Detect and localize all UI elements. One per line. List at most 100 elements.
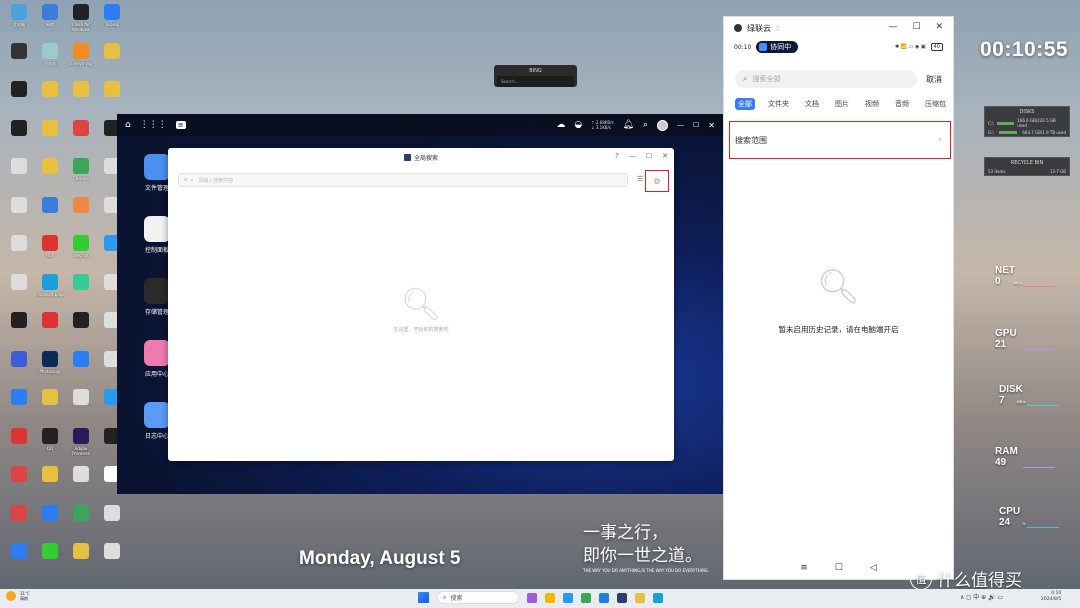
desktop-icon[interactable] — [35, 312, 65, 346]
desktop-icon[interactable] — [4, 312, 34, 346]
filter-tab[interactable]: 文档 — [802, 98, 822, 110]
taskbar-app-icon[interactable] — [563, 592, 573, 603]
filter-tab[interactable]: 压缩包 — [922, 98, 949, 110]
desktop-icon[interactable] — [4, 119, 34, 154]
close-icon[interactable]: ✕ — [662, 152, 668, 160]
desktop-icon[interactable] — [4, 389, 34, 423]
desktop-icon[interactable] — [4, 42, 34, 77]
desktop-icon[interactable] — [97, 504, 127, 539]
desktop-icon[interactable] — [4, 273, 34, 308]
desktop-icon[interactable] — [66, 273, 96, 308]
desktop-icon[interactable]: Microsoft Edge — [35, 273, 65, 308]
desktop-icon[interactable] — [4, 543, 34, 577]
home-icon[interactable]: ☐ — [835, 563, 843, 573]
desktop-icon[interactable] — [97, 543, 127, 577]
nas-app-icon[interactable]: 日志中心 — [143, 402, 171, 440]
taskbar-search[interactable]: ⌕ 搜索 — [437, 591, 519, 604]
bing-widget[interactable]: BING Search... — [494, 65, 577, 87]
desktop-icon[interactable] — [66, 119, 96, 154]
settings-gear-button[interactable]: ⚙ — [645, 170, 669, 192]
desktop-icon[interactable] — [4, 466, 34, 500]
desktop-icon[interactable] — [66, 389, 96, 423]
nas-app-icon[interactable]: 应用中心 — [143, 340, 171, 378]
avatar[interactable] — [657, 119, 669, 131]
desktop-icon[interactable] — [66, 312, 96, 346]
desktop-icon[interactable]: 网络 — [35, 4, 65, 38]
desktop-icon[interactable] — [66, 504, 96, 539]
home-icon[interactable]: ⌂ — [125, 120, 131, 130]
menu-icon[interactable]: ≡ — [800, 563, 808, 573]
minimize-icon[interactable]: — — [888, 22, 897, 32]
filter-tab[interactable]: 图片 — [832, 98, 852, 110]
search-icon[interactable]: ⌕ — [643, 120, 648, 130]
sync-pill[interactable]: 协同中 — [756, 41, 799, 53]
nas-app-icon[interactable]: 控制面板 — [143, 216, 171, 254]
filter-tab[interactable]: 文件夹 — [765, 98, 792, 110]
search-scope-row[interactable]: 搜索范围 › — [729, 121, 951, 159]
help-button[interactable]: ? — [615, 152, 619, 160]
desktop-icon[interactable]: Photoshop — [35, 350, 65, 385]
phone-search-input[interactable]: ⌕ 搜索全部 — [735, 70, 917, 88]
desktop-icon[interactable]: PDF — [35, 235, 65, 269]
nas-app-icon[interactable]: 文件管理 — [143, 154, 171, 192]
desktop-icon[interactable] — [66, 466, 96, 500]
taskbar-clock[interactable]: 0:10 2024/8/5 — [1041, 591, 1061, 603]
taskbar-app-icon[interactable] — [599, 592, 609, 603]
desktop-icon[interactable] — [66, 350, 96, 385]
cancel-button[interactable]: 取消 — [926, 74, 942, 85]
desktop-icon[interactable] — [66, 543, 96, 577]
desktop-icon[interactable] — [97, 42, 127, 77]
minimize-icon[interactable]: — — [629, 152, 636, 160]
desktop-icon[interactable] — [66, 81, 96, 115]
desktop-icon[interactable] — [35, 196, 65, 231]
search-app-icon[interactable]: ≡ — [175, 121, 186, 129]
maximize-icon[interactable]: ☐ — [646, 152, 652, 160]
desktop-icon[interactable] — [97, 81, 127, 115]
taskbar-app-icon[interactable] — [581, 592, 591, 603]
apps-grid-icon[interactable]: ⋮⋮⋮ — [140, 120, 167, 130]
close-icon[interactable]: ✕ — [708, 121, 715, 130]
list-view-icon[interactable]: ☰ — [637, 175, 643, 183]
desktop-icon[interactable] — [4, 235, 34, 269]
back-icon[interactable]: ◁ — [870, 563, 877, 573]
taskbar-app-icon[interactable] — [545, 592, 555, 603]
close-icon[interactable]: ✕ — [935, 22, 943, 32]
desktop-icon[interactable]: QQ — [35, 427, 65, 462]
filter-tab[interactable]: 音频 — [892, 98, 912, 110]
desktop-icon[interactable] — [35, 543, 65, 577]
desktop-icon[interactable] — [35, 389, 65, 423]
desktop-icon[interactable] — [4, 196, 34, 231]
desktop-icon[interactable] — [4, 427, 34, 462]
desktop-icon[interactable]: Adobe Premiere — [66, 427, 96, 462]
bell-icon[interactable]: 🔔︎ — [623, 120, 634, 130]
taskbar-app-icon[interactable] — [635, 592, 645, 603]
desktop-icon[interactable] — [4, 350, 34, 385]
desktop-icon[interactable]: Chrome — [66, 158, 96, 192]
desktop-icon[interactable] — [35, 81, 65, 115]
desktop-icon[interactable]: Clash for Windows — [66, 4, 96, 38]
desktop-icon[interactable]: Everything — [66, 42, 96, 77]
desktop-icon[interactable] — [4, 504, 34, 539]
desktop-icon[interactable] — [35, 504, 65, 539]
taskbar-app-icon[interactable] — [653, 592, 663, 603]
desktop-icon[interactable] — [4, 81, 34, 115]
desktop-icon[interactable] — [35, 466, 65, 500]
filter-tab[interactable]: 全部 — [735, 98, 755, 110]
taskbar-app-icon[interactable] — [617, 592, 627, 603]
filter-tab[interactable]: 视频 — [862, 98, 882, 110]
maximize-icon[interactable]: ☐ — [693, 121, 699, 129]
nas-app-icon[interactable]: 存储管理 — [143, 278, 171, 316]
desktop-icon[interactable] — [35, 158, 65, 192]
cloud-icon[interactable]: ☁ — [556, 120, 565, 130]
system-tray[interactable]: ∧ ◻ 中 ⊕ 🔊 ▭ — [960, 592, 1003, 601]
search-input[interactable]: ⌕ ⌄ 请输入搜索内容 — [178, 173, 628, 187]
desktop-icon[interactable]: WeChat — [66, 235, 96, 269]
start-button[interactable] — [418, 592, 429, 603]
desktop-icon[interactable]: ToDesk — [97, 4, 127, 38]
weather-widget[interactable]: 31°C 晴朗 — [6, 591, 30, 601]
taskbar-app-icon[interactable] — [527, 592, 537, 603]
desktop-icon[interactable]: 回收站 — [35, 42, 65, 77]
desktop-icon[interactable] — [66, 196, 96, 231]
minimize-icon[interactable]: — — [677, 121, 684, 129]
drive-icon[interactable]: ◒ — [574, 120, 582, 130]
